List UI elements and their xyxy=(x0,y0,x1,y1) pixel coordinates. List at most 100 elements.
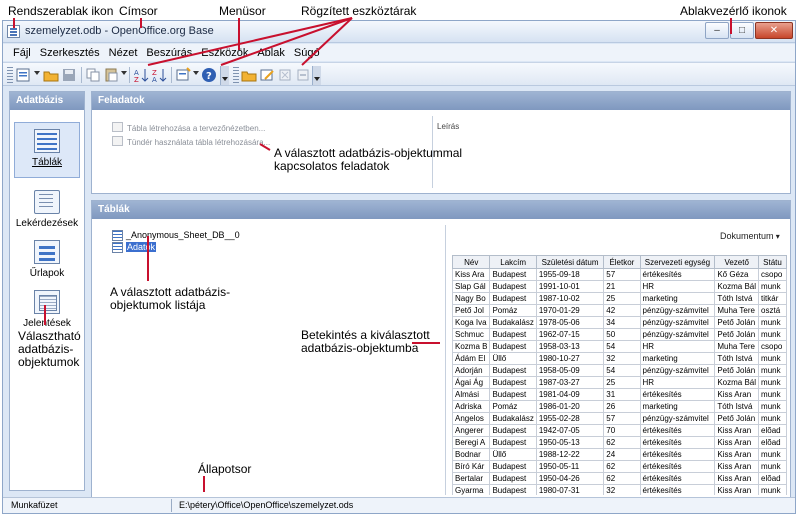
table-cell: 1958-03-13 xyxy=(535,340,605,353)
table-row[interactable]: Pető Jol Pomáz 1970-01-29 42 pénzügy-számvit… xyxy=(452,304,787,317)
table-cell: munk xyxy=(758,376,787,389)
menu-file[interactable]: Fájl xyxy=(13,47,31,59)
table-cell: 1955-09-18 xyxy=(535,268,605,281)
column-header[interactable]: Szervezeti egység xyxy=(639,255,716,269)
toolbar-grip-icon[interactable] xyxy=(7,67,13,83)
menu-window[interactable]: Ablak xyxy=(257,47,285,59)
form-dropdown-icon[interactable] xyxy=(193,71,199,75)
table-cell: Kiss Aran xyxy=(714,448,760,461)
help-icon[interactable]: ? xyxy=(201,67,217,83)
toolbar-overflow-button[interactable] xyxy=(220,66,229,85)
table-row[interactable]: Slap Gál Budapest 1991-10-01 21 HR Kozma Bál m… xyxy=(452,280,787,293)
table-row[interactable]: Adriska Pomáz 1986-01-20 26 marketing Tóth Is… xyxy=(452,400,787,413)
toolbar-overflow-button[interactable] xyxy=(312,66,321,85)
menu-tools[interactable]: Eszközök xyxy=(201,47,248,59)
table-cell: munk xyxy=(758,484,787,495)
table-cell: Pomáz xyxy=(489,400,537,413)
table-row[interactable]: Schmuc Budapest 1962-07-15 50 pénzügy-számvi… xyxy=(452,328,787,341)
object-queries[interactable]: Lekérdezések xyxy=(14,184,80,240)
edit-object-icon[interactable] xyxy=(259,67,275,83)
annotation-preview-line1: Betekintés a kiválasztott xyxy=(301,328,430,342)
title-bar[interactable]: szemelyzet.odb - OpenOffice.org Base – □… xyxy=(3,21,795,43)
open-icon[interactable] xyxy=(43,67,59,83)
delete-object-icon[interactable] xyxy=(277,67,293,83)
table-row[interactable]: Gyarma Budapest 1980-07-31 32 értékesítés Kis… xyxy=(452,484,787,495)
annotation-title-bar: Címsor xyxy=(119,4,158,18)
menu-insert[interactable]: Beszúrás xyxy=(146,47,192,59)
status-separator xyxy=(171,499,172,512)
column-header[interactable]: Életkor xyxy=(603,255,641,269)
close-button[interactable]: ✕ xyxy=(755,22,793,39)
report-icon xyxy=(34,290,60,314)
open-object-icon[interactable] xyxy=(241,67,257,83)
object-forms[interactable]: Űrlapok xyxy=(14,234,80,290)
tree-item-anonymous-sheet[interactable]: _Anonymous_Sheet_DB__0 xyxy=(112,229,240,241)
table-row[interactable]: Beregi A Budapest 1950-05-13 62 értékesítés K… xyxy=(452,436,787,449)
table-row[interactable]: Nagy Bo Budapest 1987-10-02 25 marketing Tóth… xyxy=(452,292,787,305)
object-tables[interactable]: Táblák xyxy=(14,122,80,178)
table-row[interactable]: Adorján Budapest 1958-05-09 54 pénzügy-számv… xyxy=(452,364,787,377)
column-header[interactable]: Vezető xyxy=(714,255,760,269)
table-cell: Kozma B xyxy=(452,340,491,353)
table-cell: 32 xyxy=(603,352,641,365)
sort-ascending-icon[interactable]: AZ xyxy=(133,67,149,83)
table-cell: Ádám El xyxy=(452,352,491,365)
tree-item-adatok[interactable]: Adatok xyxy=(112,241,240,253)
table-cell: értékesítés xyxy=(639,484,716,495)
table-cell: 25 xyxy=(603,376,641,389)
table-cell: 42 xyxy=(603,304,641,317)
table-cell: Budapest xyxy=(489,268,537,281)
tasks-panel-header: Feladatok xyxy=(92,92,790,110)
paste-dropdown-icon[interactable] xyxy=(121,71,127,75)
menu-help[interactable]: Súgó xyxy=(294,47,320,59)
table-cell: Angerer xyxy=(452,424,491,437)
toolbar-grip-icon[interactable] xyxy=(233,67,239,83)
menu-edit[interactable]: Szerkesztés xyxy=(40,47,100,59)
new-dropdown-icon[interactable] xyxy=(34,71,40,75)
table-cell: Bertalar xyxy=(452,472,491,485)
menu-view[interactable]: Nézet xyxy=(109,47,138,59)
sort-descending-icon[interactable]: ZA xyxy=(151,67,167,83)
minimize-button[interactable]: – xyxy=(705,22,729,39)
task-create-with-wizard[interactable]: Tündér használata tábla létrehozására... xyxy=(112,136,270,147)
paste-icon[interactable] xyxy=(103,67,119,83)
rename-object-icon[interactable] xyxy=(295,67,311,83)
table-cell: 54 xyxy=(603,340,641,353)
table-cell: osztá xyxy=(758,304,787,317)
annotation-objects-line3: objektumok xyxy=(18,355,80,369)
new-document-icon[interactable] xyxy=(15,67,31,83)
preview-mode-dropdown[interactable]: Dokumentum xyxy=(720,231,780,241)
table-row[interactable]: Kiss Ara Budapest 1955-09-18 57 értékesítés K… xyxy=(452,268,787,281)
maximize-button[interactable]: □ xyxy=(730,22,754,39)
toolbar: AZ ZA ? xyxy=(3,62,795,86)
table-cell: pénzügy-számvitel xyxy=(639,328,716,341)
table-cell: Adorján xyxy=(452,364,491,377)
table-row[interactable]: Ádám El Üllő 1980-10-27 32 marketing Tóth Ist… xyxy=(452,352,787,365)
task-create-in-design-view[interactable]: Tábla létrehozása a tervezőnézetben... xyxy=(112,122,265,133)
column-header[interactable]: Lakcím xyxy=(489,255,537,269)
window-title: szemelyzet.odb - OpenOffice.org Base xyxy=(25,25,214,37)
table-cell: 1950-05-11 xyxy=(535,460,605,473)
annotation-tasks-line2: kapcsolatos feladatok xyxy=(274,159,390,173)
copy-icon[interactable] xyxy=(85,67,101,83)
table-cell: Tóth Istvá xyxy=(714,352,760,365)
table-row[interactable]: Angelos Budakalász 1955-02-28 57 pénzügy-szá… xyxy=(452,412,787,425)
table-row[interactable]: Ágai Ág Budapest 1987-03-27 25 HR Kozma Bál mu… xyxy=(452,376,787,389)
system-menu-icon[interactable] xyxy=(7,25,20,38)
form-wizard-icon[interactable] xyxy=(175,67,191,83)
table-row[interactable]: Almási Budapest 1981-04-09 31 értékesítés Kis… xyxy=(452,388,787,401)
preview-grid: Név Lakcím Születési dátum Életkor Szervezet… xyxy=(452,255,787,495)
save-icon[interactable] xyxy=(61,67,77,83)
table-row[interactable]: Angerer Budapest 1942-07-05 70 értékesítés Ki… xyxy=(452,424,787,437)
table-row[interactable]: Koga Iva Budakalász 1978-05-06 34 pénzügy-sz… xyxy=(452,316,787,329)
table-cell: Budakalász xyxy=(489,316,537,329)
column-header[interactable]: Név xyxy=(452,255,491,269)
table-cell: 34 xyxy=(603,316,641,329)
table-row[interactable]: Bíró Kár Budapest 1950-05-11 62 értékesítés K… xyxy=(452,460,787,473)
table-row[interactable]: Bodnar Üllő 1988-12-22 24 értékesítés Kiss Ar… xyxy=(452,448,787,461)
table-cell: értékesítés xyxy=(639,436,716,449)
column-header[interactable]: Születési dátum xyxy=(535,255,605,269)
table-row[interactable]: Bertalar Budapest 1950-04-26 62 értékesítés K… xyxy=(452,472,787,485)
table-row[interactable]: Kozma B Budapest 1958-03-13 54 HR Muha Tere cs… xyxy=(452,340,787,353)
column-header[interactable]: Státu xyxy=(758,255,787,269)
